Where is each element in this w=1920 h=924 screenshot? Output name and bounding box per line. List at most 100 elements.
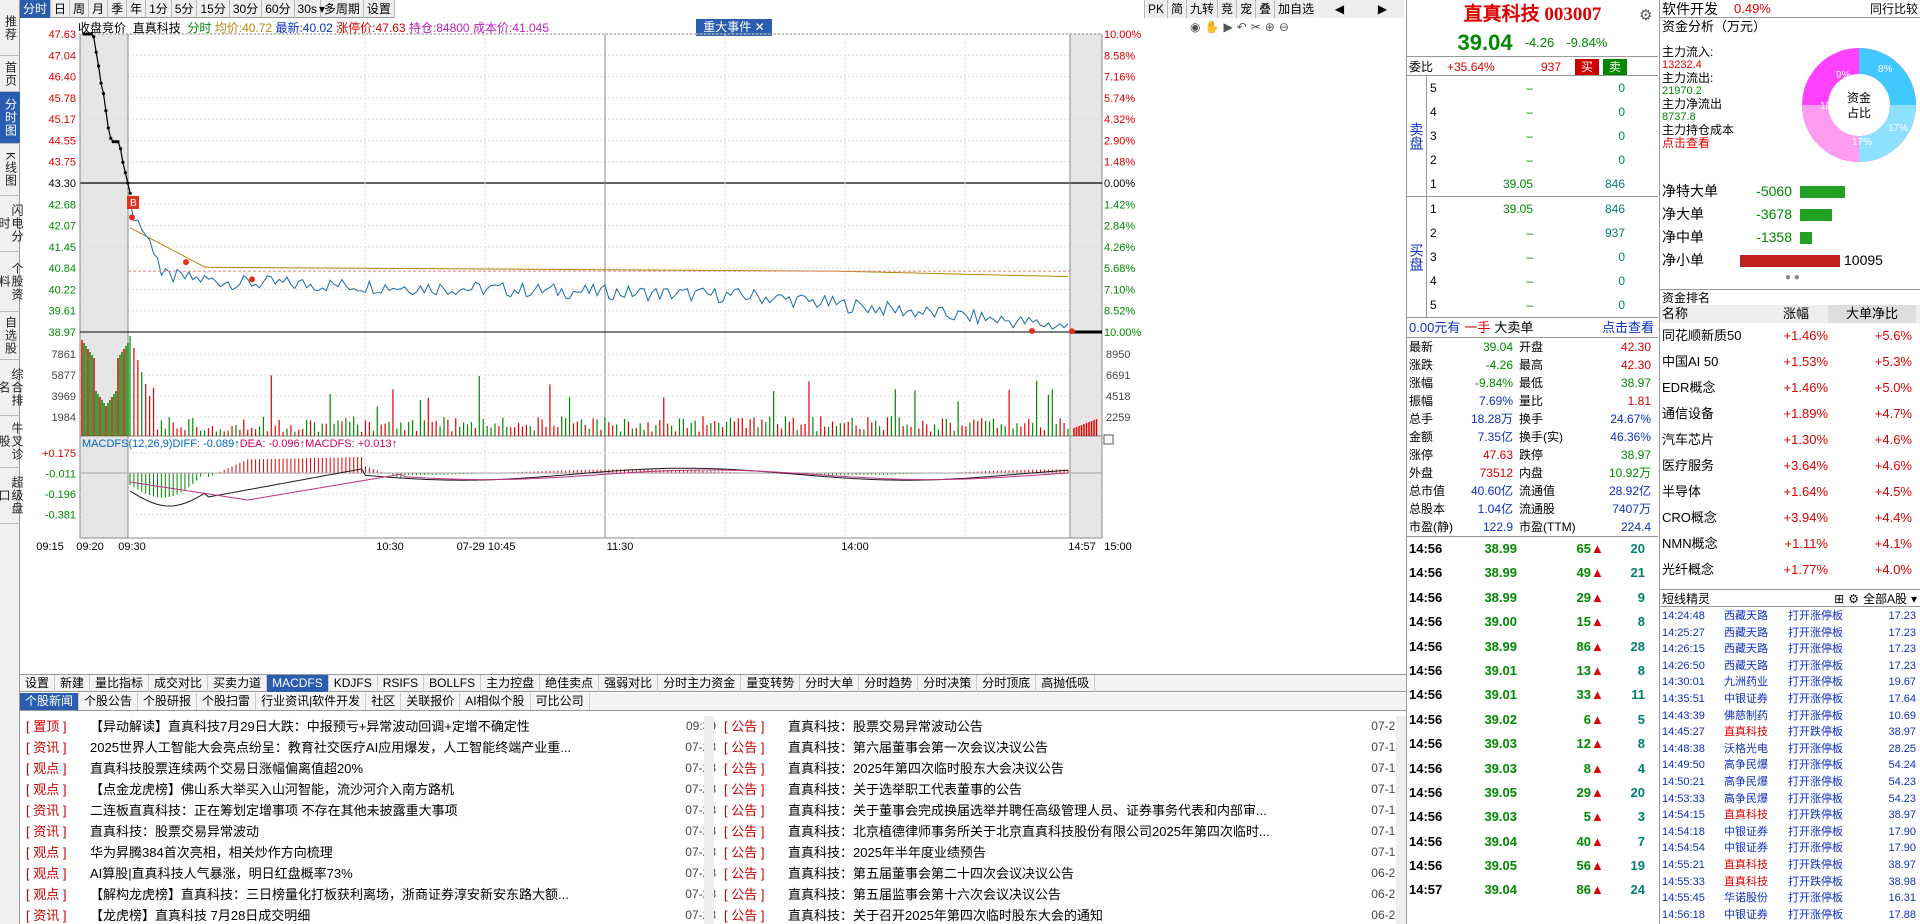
news-tab-5[interactable]: 社区 (366, 693, 402, 710)
news-tab-1[interactable]: 个股公告 (79, 693, 139, 710)
peer-compare-link[interactable]: 同行比较 (1870, 0, 1920, 17)
news-row[interactable]: [ 资讯 ] 二连板直真科技：正在筹划定增事项 不存在其他未披露重大事项 07-28 (20, 800, 720, 821)
period-tab-0[interactable]: 分时 (20, 0, 52, 18)
rank-row[interactable]: 中国AI 50 +1.53% +5.3% (1660, 349, 1920, 375)
left-nav-item-6[interactable]: 自选股 (0, 312, 20, 360)
news-title[interactable]: 直真科技：关于召开2025年第四次临时股东大会的通知 (788, 905, 1360, 924)
news-title[interactable]: 直真科技：股票交易异常波动 (90, 821, 674, 842)
news-tab-2[interactable]: 个股研报 (138, 693, 198, 710)
short-stock[interactable]: 西藏天路 (1724, 641, 1788, 658)
left-nav-item-0[interactable]: 推荐 (0, 0, 20, 56)
indicator-tab-0[interactable]: 设置 (20, 675, 56, 692)
short-stock[interactable]: 中银证券 (1724, 840, 1788, 857)
rank-name[interactable]: 汽车芯片 (1660, 427, 1764, 453)
indicator-tab-6[interactable]: KDJFS (329, 675, 378, 692)
indicator-tab-12[interactable]: 分时主力资金 (658, 675, 742, 692)
rank-header-name[interactable]: 名称 (1660, 305, 1764, 323)
short-row[interactable]: 14:54:18 中银证券 打开涨停板 17.90 (1660, 824, 1920, 841)
rank-row[interactable]: 半导体 +1.64% +4.5% (1660, 479, 1920, 505)
rank-row[interactable]: 光纤概念 +1.77% +4.0% (1660, 557, 1920, 583)
period-tab-2[interactable]: 周 (70, 0, 90, 18)
news-row[interactable]: [ 观点 ] 【点金龙虎榜】佛山系大举买入山河智能，流沙河介入南方路机 07-28 (20, 779, 720, 800)
left-nav-item-7[interactable]: 综合排名 (0, 360, 24, 416)
news-title[interactable]: 直真科技：第五届监事会第十六次会议决议公告 (788, 884, 1360, 905)
period-tab-7[interactable]: 5分 (172, 0, 198, 18)
news-title[interactable]: 直真科技股票连续两个交易日涨幅偏离值超20% (90, 758, 674, 779)
news-row[interactable]: [ 公告 ] 直真科技：2025年第四次临时股东大会决议公告 07-16 (718, 758, 1406, 779)
rank-name[interactable]: 光纤概念 (1660, 557, 1764, 583)
rank-name[interactable]: EDR概念 (1660, 375, 1764, 401)
news-title[interactable]: 直真科技：2025年半年度业绩预告 (788, 842, 1360, 863)
short-row[interactable]: 14:26:50 西藏天路 打开涨停板 17.23 (1660, 658, 1920, 675)
short-row[interactable]: 14:26:15 西藏天路 打开涨停板 17.23 (1660, 641, 1920, 658)
short-row[interactable]: 14:55:21 直真科技 打开跌停板 38.97 (1660, 857, 1920, 874)
rank-name[interactable]: 通信设备 (1660, 401, 1764, 427)
short-stock[interactable]: 中银证券 (1724, 824, 1788, 841)
news-row[interactable]: [ 公告 ] 直真科技：关于选举职工代表董事的公告 07-16 (718, 779, 1406, 800)
book-row[interactable]: 5 – 0 (1427, 293, 1658, 317)
short-row[interactable]: 14:48:38 沃格光电 打开涨停板 28.25 (1660, 741, 1920, 758)
news-row[interactable]: [ 观点 ] 华为昇腾384首次亮相，相关炒作方向梳理 07-28 (20, 842, 720, 863)
period-tab-13[interactable]: 设置 (364, 0, 395, 18)
rank-row[interactable]: 汽车芯片 +1.30% +4.6% (1660, 427, 1920, 453)
news-row[interactable]: [ 公告 ] 直真科技：股票交易异常波动公告 07-29 (718, 716, 1406, 737)
indicator-tab-7[interactable]: RSIFS (378, 675, 425, 692)
tool-button-1[interactable]: 简 (1167, 0, 1186, 18)
news-title[interactable]: 直真科技：关于董事会完成换届选举并聘任高级管理人员、证券事务代表和内部审... (788, 800, 1360, 821)
news-row[interactable]: [ 公告 ] 直真科技：2025年半年度业绩预告 07-12 (718, 842, 1406, 863)
short-row[interactable]: 14:49:50 高争民爆 打开涨停板 54.24 (1660, 757, 1920, 774)
rank-name[interactable]: 医疗服务 (1660, 453, 1764, 479)
rank-row[interactable]: NMN概念 +1.11% +4.1% (1660, 531, 1920, 557)
book-row[interactable]: 1 39.05 846 (1427, 172, 1658, 196)
period-tab-3[interactable]: 月 (89, 0, 109, 18)
news-row[interactable]: [ 置顶 ] 【异动解读】直真科技7月29日大跌：中报预亏+异常波动回调+定增不确… (20, 716, 720, 737)
rank-name[interactable]: 半导体 (1660, 479, 1764, 505)
period-dropdown-arrow[interactable]: ▾ (316, 0, 328, 18)
indicator-tab-2[interactable]: 量比指标 (90, 675, 150, 692)
book-row[interactable]: 2 – 937 (1427, 221, 1658, 245)
signal-dot[interactable] (1029, 327, 1035, 334)
news-title[interactable]: 【点金龙虎榜】佛山系大举买入山河智能，流沙河介入南方路机 (90, 779, 674, 800)
short-row[interactable]: 14:55:33 直真科技 打开跌停板 38.98 (1660, 874, 1920, 891)
indicator-tab-8[interactable]: BOLLFS (424, 675, 482, 692)
short-stock[interactable]: 九洲药业 (1724, 674, 1788, 691)
left-nav-item-8[interactable]: 牛叉诊股 (0, 416, 24, 468)
short-row[interactable]: 14:45:27 直真科技 打开跌停板 38.97 (1660, 724, 1920, 741)
book-row[interactable]: 3 – 0 (1427, 124, 1658, 148)
news-title[interactable]: 2025世界人工智能大会亮点纷呈：教育社交医疗AI应用爆发，人工智能终端产业重.… (90, 737, 674, 758)
left-nav-item-5[interactable]: 个股资料 (0, 252, 24, 312)
intraday-chart[interactable]: 47.63 10.00% 47.04 8.58% 46.40 7.16% 45.78 5.74… (20, 18, 1410, 674)
short-stock[interactable]: 西藏天路 (1724, 625, 1788, 642)
signal-dot[interactable] (129, 214, 135, 221)
short-stock[interactable]: 西藏天路 (1724, 608, 1788, 625)
next-icon[interactable]: ▶ (1378, 0, 1387, 18)
short-stock[interactable]: 高争民爆 (1724, 791, 1788, 808)
news-title[interactable]: 直真科技：第六届董事会第一次会议决议公告 (788, 737, 1360, 758)
book-row[interactable]: 5 – 0 (1427, 76, 1658, 100)
short-row[interactable]: 14:56:18 中银证券 打开涨停板 17.88 (1660, 907, 1920, 924)
short-stock[interactable]: 中银证券 (1724, 691, 1788, 708)
signal-dot[interactable] (249, 276, 255, 283)
news-scrollbar-right[interactable] (1396, 716, 1406, 924)
news-title[interactable]: 【异动解读】直真科技7月29日大跌：中报预亏+异常波动回调+定增不确定性 (90, 716, 674, 737)
indicator-tab-4[interactable]: 买卖力道 (208, 675, 268, 692)
short-row[interactable]: 14:55:45 华诺股份 打开涨停板 16.31 (1660, 890, 1920, 907)
left-nav-item-2[interactable]: 分时图 (0, 92, 20, 144)
news-row[interactable]: [ 公告 ] 直真科技：第五届董事会第二十四次会议决议公告 06-28 (718, 863, 1406, 884)
rank-name[interactable]: 中国AI 50 (1660, 349, 1764, 375)
short-row[interactable]: 14:43:39 佛慈制药 打开涨停板 10.69 (1660, 708, 1920, 725)
rank-row[interactable]: CRO概念 +3.94% +4.4% (1660, 505, 1920, 531)
rank-name[interactable]: CRO概念 (1660, 505, 1764, 531)
news-tab-8[interactable]: 可比公司 (531, 693, 590, 710)
news-title[interactable]: 二连板直真科技：正在筹划定增事项 不存在其他未披露重大事项 (90, 800, 674, 821)
news-row[interactable]: [ 公告 ] 直真科技：第六届董事会第一次会议决议公告 07-16 (718, 737, 1406, 758)
news-title[interactable]: 华为昇腾384首次亮相，相关炒作方向梳理 (90, 842, 674, 863)
news-tab-3[interactable]: 个股扫雷 (197, 693, 257, 710)
book-row[interactable]: 4 – 0 (1427, 100, 1658, 124)
indicator-tab-11[interactable]: 强弱对比 (599, 675, 659, 692)
period-tab-1[interactable]: 日 (51, 0, 71, 18)
news-row[interactable]: [ 公告 ] 直真科技：北京植德律师事务所关于北京直真科技股份有限公司2025年第… (718, 821, 1406, 842)
short-stock[interactable]: 直真科技 (1724, 857, 1788, 874)
period-tab-8[interactable]: 15分 (197, 0, 230, 18)
tool-button-4[interactable]: 宠 (1236, 0, 1255, 18)
